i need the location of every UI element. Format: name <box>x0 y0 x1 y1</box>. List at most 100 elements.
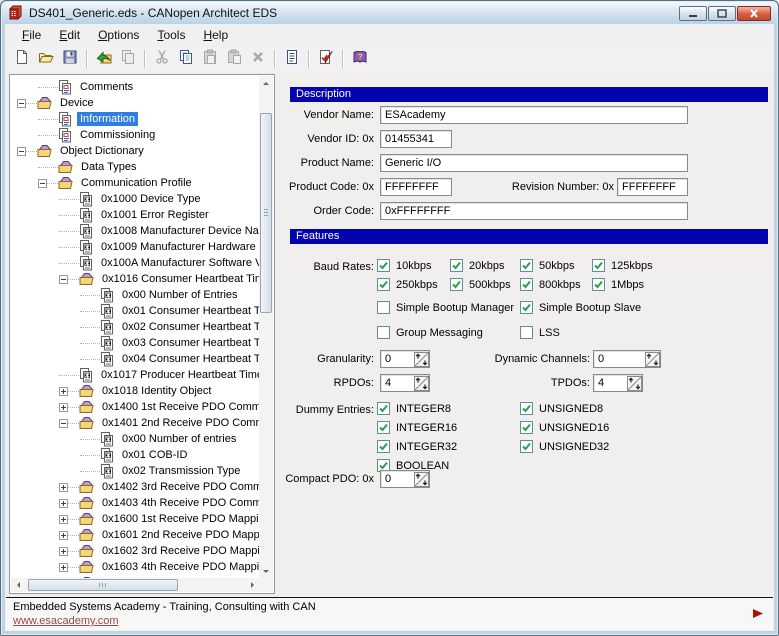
scroll-up-arrow[interactable] <box>259 76 273 90</box>
checkbox-integer8[interactable]: INTEGER8 <box>377 402 451 415</box>
checkbox-unsigned16[interactable]: UNSIGNED16 <box>520 421 609 434</box>
expand-toggle-icon[interactable] <box>59 499 68 508</box>
tree-item[interactable]: Commissioning <box>11 127 259 143</box>
vendor-name-field[interactable]: ESAcademy <box>380 106 688 124</box>
vertical-scroll-thumb[interactable] <box>260 113 272 313</box>
tree-item[interactable]: 0x00 Number of entries <box>11 431 259 447</box>
tree-item[interactable]: Device <box>11 95 259 111</box>
checkbox-unsigned8[interactable]: UNSIGNED8 <box>520 402 603 415</box>
help-button[interactable]: ? <box>348 48 372 70</box>
granularity-spin-buttons[interactable] <box>414 352 429 367</box>
expand-toggle-icon[interactable] <box>59 531 68 540</box>
checkbox-1mbps[interactable]: 1Mbps <box>592 278 644 291</box>
open-button[interactable] <box>34 48 58 70</box>
product-name-field[interactable]: Generic I/O <box>380 154 688 172</box>
new-button[interactable] <box>10 48 34 70</box>
expand-toggle-icon[interactable] <box>59 403 68 412</box>
collapse-toggle-icon[interactable] <box>59 419 68 428</box>
minimize-button[interactable] <box>679 6 707 21</box>
tree-item[interactable]: 0x04 Consumer Heartbeat Time <box>11 351 259 367</box>
import-button[interactable] <box>92 48 116 70</box>
tree-item[interactable]: 0x1401 2nd Receive PDO Commun <box>11 415 259 431</box>
dynamic-channels-spinner[interactable]: 0 <box>593 350 661 368</box>
horizontal-scroll-thumb[interactable] <box>28 579 178 591</box>
scroll-down-arrow[interactable] <box>259 564 273 578</box>
tree-item[interactable]: Information <box>11 111 259 127</box>
tree-item[interactable]: Comments <box>11 79 259 95</box>
checkbox-group-messaging[interactable]: Group Messaging <box>377 326 483 339</box>
menu-tools[interactable]: Tools <box>148 25 194 45</box>
tree-item[interactable]: 0x1017 Producer Heartbeat Time <box>11 367 259 383</box>
granularity-spinner[interactable]: 0 <box>380 350 430 368</box>
tree-item[interactable]: 0x1009 Manufacturer Hardware Ve <box>11 239 259 255</box>
expand-toggle-icon[interactable] <box>59 387 68 396</box>
tree-item[interactable]: 0x1402 3rd Receive PDO Commun <box>11 479 259 495</box>
collapse-toggle-icon[interactable] <box>17 99 26 108</box>
tree-item[interactable]: 0x1000 Device Type <box>11 191 259 207</box>
tree-item[interactable]: 0x01 Consumer Heartbeat Time <box>11 303 259 319</box>
rpdos-spinner[interactable]: 4 <box>380 374 430 392</box>
tree-item[interactable]: 0x100A Manufacturer Software Ver <box>11 255 259 271</box>
close-button[interactable] <box>737 6 771 21</box>
tree-item[interactable]: 0x1008 Manufacturer Device Name <box>11 223 259 239</box>
tree-item[interactable]: 0x1016 Consumer Heartbeat Time <box>11 271 259 287</box>
checkbox-lss[interactable]: LSS <box>520 326 560 339</box>
order-code-field[interactable]: 0xFFFFFFFF <box>380 202 688 220</box>
maximize-button[interactable] <box>708 6 736 21</box>
tree-horizontal-scrollbar[interactable] <box>11 578 259 592</box>
menu-options[interactable]: Options <box>89 25 148 45</box>
tree-item[interactable]: 0x02 Consumer Heartbeat Time <box>11 319 259 335</box>
scroll-right-arrow-tree[interactable] <box>245 578 259 592</box>
tree-item[interactable]: 0x1602 3rd Receive PDO Mapping <box>11 543 259 559</box>
validate-button[interactable] <box>314 48 338 70</box>
menu-edit[interactable]: Edit <box>50 25 89 45</box>
tree-item[interactable]: Data Types <box>11 159 259 175</box>
tree-item[interactable]: 0x01 COB-ID <box>11 447 259 463</box>
checkbox-10kbps[interactable]: 10kbps <box>377 259 431 272</box>
rpdos-spin-buttons[interactable] <box>414 376 429 391</box>
tree-item[interactable]: 0x02 Transmission Type <box>11 463 259 479</box>
checkbox-500kbps[interactable]: 500kbps <box>450 278 511 291</box>
checkbox-simple-bootup-manager[interactable]: Simple Bootup Manager <box>377 301 514 314</box>
checkbox-integer16[interactable]: INTEGER16 <box>377 421 457 434</box>
expand-toggle-icon[interactable] <box>59 563 68 572</box>
tree-item[interactable]: 0x1601 2nd Receive PDO Mapping <box>11 527 259 543</box>
vendor-id-field[interactable]: 01455341 <box>380 130 452 148</box>
compact-pdo-spinner[interactable]: 0 <box>380 470 430 488</box>
collapse-toggle-icon[interactable] <box>38 179 47 188</box>
expand-toggle-icon[interactable] <box>59 547 68 556</box>
checkbox-integer32[interactable]: INTEGER32 <box>377 440 457 453</box>
tree-item[interactable]: 0x1600 1st Receive PDO Mapping <box>11 511 259 527</box>
expand-toggle-icon[interactable] <box>59 515 68 524</box>
properties-button[interactable] <box>280 48 304 70</box>
menu-help[interactable]: Help <box>194 25 237 45</box>
scroll-left-arrow[interactable] <box>11 578 25 592</box>
checkbox-250kbps[interactable]: 250kbps <box>377 278 438 291</box>
dynamic-channels-spin-buttons[interactable] <box>645 352 660 367</box>
tree-vertical-scrollbar[interactable] <box>259 76 273 578</box>
collapse-toggle-icon[interactable] <box>59 275 68 284</box>
tpdos-spinner[interactable]: 4 <box>593 374 643 392</box>
revision-number-field[interactable]: FFFFFFFF <box>617 178 688 196</box>
tree-item[interactable]: 0x1403 4th Receive PDO Commun <box>11 495 259 511</box>
collapse-toggle-icon[interactable] <box>17 147 26 156</box>
tree-item[interactable]: 0x1001 Error Register <box>11 207 259 223</box>
tree-item[interactable]: Communication Profile <box>11 175 259 191</box>
expand-toggle-icon[interactable] <box>59 483 68 492</box>
checkbox-800kbps[interactable]: 800kbps <box>520 278 581 291</box>
tree-item[interactable]: 0x00 Number of Entries <box>11 287 259 303</box>
checkbox-20kbps[interactable]: 20kbps <box>450 259 504 272</box>
tree-item[interactable]: 0x03 Consumer Heartbeat Time <box>11 335 259 351</box>
website-link[interactable]: www.esacademy.com <box>13 615 119 627</box>
tree-item[interactable]: 0x1603 4th Receive PDO Mapping <box>11 559 259 575</box>
tree-item[interactable]: 0x1018 Identity Object <box>11 383 259 399</box>
compact-pdo-spin-buttons[interactable] <box>414 472 429 487</box>
menu-file[interactable]: File <box>13 25 50 45</box>
copy-button[interactable] <box>174 48 198 70</box>
save-button[interactable] <box>58 48 82 70</box>
tree-item[interactable]: 0x1400 1st Receive PDO Communi <box>11 399 259 415</box>
tree-item[interactable]: Object Dictionary <box>11 143 259 159</box>
checkbox-simple-bootup-slave[interactable]: Simple Bootup Slave <box>520 301 641 314</box>
checkbox-50kbps[interactable]: 50kbps <box>520 259 574 272</box>
checkbox-unsigned32[interactable]: UNSIGNED32 <box>520 440 609 453</box>
